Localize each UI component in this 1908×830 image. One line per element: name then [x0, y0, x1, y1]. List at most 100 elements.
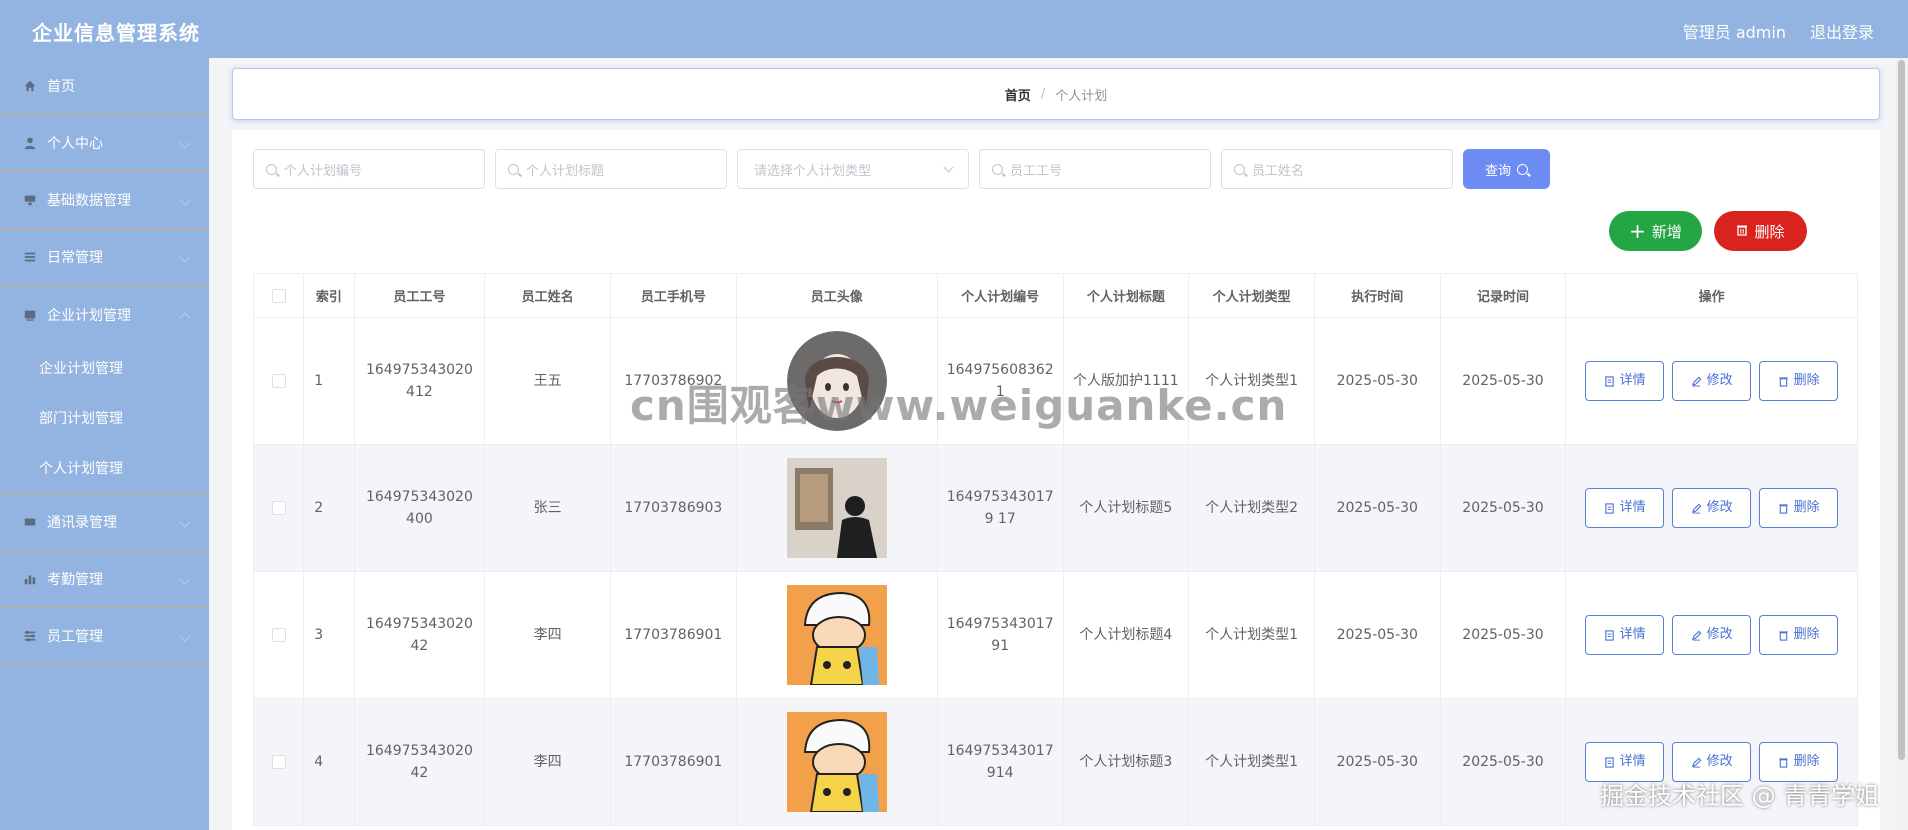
column-header: 员工头像	[735, 273, 938, 318]
plan-type-select[interactable]: 请选择个人计划类型	[737, 149, 969, 189]
emp-no-cell: 16497534302042	[353, 571, 486, 699]
sidebar-subitem-personal-plan[interactable]: 个人计划管理	[0, 443, 209, 493]
row-checkbox[interactable]	[271, 755, 286, 769]
column-header: 个人计划编号	[936, 273, 1064, 318]
emp-name-input[interactable]: 员工姓名	[1221, 149, 1453, 189]
plan-no-input[interactable]: 个人计划编号	[253, 149, 485, 189]
plus-icon: +	[1629, 219, 1646, 243]
exec-time-cell: 2025-05-30	[1313, 698, 1441, 826]
edit-button[interactable]: 修改	[1672, 615, 1752, 655]
submenu-enterprise-plan: 企业计划管理 部门计划管理 个人计划管理	[0, 343, 209, 494]
sidebar-item-label: 员工管理	[47, 629, 103, 645]
sidebar-item-label: 通讯录管理	[47, 515, 117, 531]
row-checkbox[interactable]	[271, 628, 286, 642]
sidebar-item-employee[interactable]: 员工管理	[0, 608, 209, 665]
delete-button[interactable]: 删除	[1759, 361, 1839, 401]
edit-button[interactable]: 修改	[1672, 361, 1752, 401]
logout-link[interactable]: 退出登录	[1810, 19, 1874, 43]
home-icon	[22, 78, 38, 94]
edit-button[interactable]: 修改	[1672, 488, 1752, 528]
phone-cell: 17703786903	[609, 444, 737, 572]
sidebar-item-home[interactable]: 首页	[0, 58, 209, 115]
phone-cell: 17703786901	[609, 571, 737, 699]
row-actions: 详情 修改 删除	[1574, 615, 1849, 655]
breadcrumb: 首页 / 个人计划	[232, 68, 1880, 120]
delete-label: 删除	[1793, 500, 1820, 515]
query-button[interactable]: 查询	[1463, 149, 1550, 189]
sidebar-item-enterprise-plan[interactable]: 企业计划管理	[0, 286, 209, 343]
scrollbar-thumb[interactable]	[1898, 60, 1905, 760]
edit-label: 修改	[1706, 500, 1733, 515]
select-all-checkbox[interactable]	[271, 288, 286, 303]
query-label: 查询	[1484, 163, 1511, 179]
name-cell: 王五	[484, 317, 611, 445]
row-select-cell	[252, 571, 305, 699]
phone-cell: 17703786901	[609, 698, 737, 826]
chevron-down-icon	[179, 516, 191, 528]
edit-icon	[1691, 376, 1702, 387]
sidebar-item-profile[interactable]: 个人中心	[0, 115, 209, 172]
plan-title-input[interactable]: 个人计划标题	[495, 149, 727, 189]
input-placeholder: 个人计划标题	[526, 163, 605, 179]
plan-title-cell: 个人版加护1111	[1062, 317, 1190, 445]
sidebar-item-daily[interactable]: 日常管理	[0, 229, 209, 286]
delete-button[interactable]: 删除	[1759, 615, 1839, 655]
search-bar: 个人计划编号 个人计划标题 请选择个人计划类型 员工工号 员工姓名 查询	[253, 149, 1550, 189]
document-icon	[1604, 375, 1614, 387]
user-icon	[22, 135, 38, 151]
detail-button[interactable]: 详情	[1585, 488, 1665, 528]
breadcrumb-home[interactable]: 首页	[1005, 85, 1031, 104]
sidebar-item-label: 首页	[47, 79, 75, 95]
index-cell: 1	[303, 317, 355, 445]
trash-icon	[1736, 222, 1748, 240]
sidebar-item-label: 个人中心	[47, 136, 103, 152]
avatar-cell	[735, 444, 938, 572]
row-actions: 详情 修改 删除	[1574, 488, 1849, 528]
plan-title-cell: 个人计划标题4	[1062, 571, 1190, 699]
index-cell: 3	[303, 571, 355, 699]
row-checkbox[interactable]	[271, 374, 286, 388]
detail-button[interactable]: 详情	[1585, 615, 1665, 655]
document-icon	[1604, 629, 1614, 641]
exec-time-cell: 2025-05-30	[1313, 444, 1441, 572]
batch-delete-button[interactable]: 删除	[1714, 211, 1807, 251]
input-placeholder: 员工工号	[1010, 163, 1063, 179]
top-bar: 企业信息管理系统 管理员 admin 退出登录	[0, 0, 1908, 58]
sidebar-item-attendance[interactable]: 考勤管理	[0, 551, 209, 608]
detail-button[interactable]: 详情	[1585, 361, 1665, 401]
emp-no-cell: 164975343020400	[353, 444, 486, 572]
plan-type-cell: 个人计划类型1	[1188, 571, 1315, 699]
add-label: 新增	[1651, 222, 1682, 241]
input-placeholder: 个人计划编号	[284, 163, 363, 179]
plan-no-cell: 164975343017 914	[936, 698, 1064, 826]
chevron-up-icon	[179, 312, 191, 324]
column-header: 执行时间	[1313, 273, 1441, 318]
data-icon	[22, 192, 38, 208]
sidebar-subitem-department-plan[interactable]: 部门计划管理	[0, 393, 209, 443]
sidebar-subitem-enterprise-plan[interactable]: 企业计划管理	[0, 343, 209, 393]
exec-time-cell: 2025-05-30	[1313, 571, 1441, 699]
table-header-row: 索引 员工工号 员工姓名 员工手机号 员工头像 个人计划编号 个人计划标题 个人…	[252, 273, 1858, 318]
delete-button[interactable]: 删除	[1759, 488, 1839, 528]
chevron-down-icon	[179, 573, 191, 585]
record-time-cell: 2025-05-30	[1439, 317, 1567, 445]
row-checkbox[interactable]	[271, 501, 286, 515]
edit-label: 修改	[1706, 373, 1733, 388]
user-label[interactable]: 管理员 admin	[1683, 19, 1786, 43]
add-button[interactable]: + 新增	[1609, 211, 1702, 251]
sidebar-item-contacts[interactable]: 通讯录管理	[0, 494, 209, 551]
detail-label: 详情	[1619, 754, 1646, 769]
record-time-cell: 2025-05-30	[1439, 698, 1567, 826]
column-header: 员工手机号	[609, 273, 737, 318]
top-right-links: 管理员 admin 退出登录	[1683, 19, 1874, 43]
sidebar-item-basic-data[interactable]: 基础数据管理	[0, 172, 209, 229]
edit-label: 修改	[1706, 627, 1733, 642]
plan-title-cell: 个人计划标题3	[1062, 698, 1190, 826]
ops-cell: 详情 修改 删除	[1565, 571, 1858, 699]
emp-no-input[interactable]: 员工工号	[979, 149, 1211, 189]
emp-no-cell: 164975343020412	[353, 317, 486, 445]
chevron-down-icon	[943, 162, 954, 173]
name-cell: 李四	[484, 698, 611, 826]
detail-label: 详情	[1619, 500, 1646, 515]
avatar	[786, 712, 887, 812]
